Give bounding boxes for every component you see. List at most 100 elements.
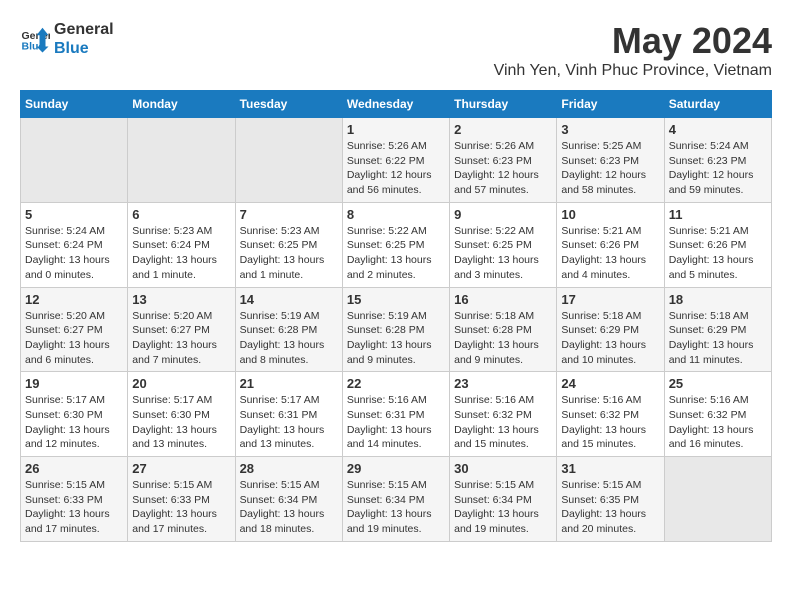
day-of-week-header: Wednesday xyxy=(342,91,449,118)
calendar-week-row: 12 Sunrise: 5:20 AMSunset: 6:27 PMDayligh… xyxy=(21,287,772,372)
day-info: Sunrise: 5:18 AMSunset: 6:29 PMDaylight:… xyxy=(669,309,767,368)
calendar-day-cell: 25 Sunrise: 5:16 AMSunset: 6:32 PMDayligh… xyxy=(664,372,771,457)
day-info: Sunrise: 5:26 AMSunset: 6:23 PMDaylight:… xyxy=(454,139,552,198)
calendar-day-cell: 27 Sunrise: 5:15 AMSunset: 6:33 PMDayligh… xyxy=(128,457,235,542)
day-info: Sunrise: 5:18 AMSunset: 6:29 PMDaylight:… xyxy=(561,309,659,368)
day-info: Sunrise: 5:16 AMSunset: 6:32 PMDaylight:… xyxy=(561,393,659,452)
day-info: Sunrise: 5:15 AMSunset: 6:35 PMDaylight:… xyxy=(561,478,659,537)
day-number: 19 xyxy=(25,376,123,391)
day-info: Sunrise: 5:17 AMSunset: 6:31 PMDaylight:… xyxy=(240,393,338,452)
day-number: 25 xyxy=(669,376,767,391)
day-info: Sunrise: 5:16 AMSunset: 6:31 PMDaylight:… xyxy=(347,393,445,452)
day-info: Sunrise: 5:21 AMSunset: 6:26 PMDaylight:… xyxy=(669,224,767,283)
day-info: Sunrise: 5:26 AMSunset: 6:22 PMDaylight:… xyxy=(347,139,445,198)
day-number: 8 xyxy=(347,207,445,222)
logo-icon: General Blue xyxy=(20,24,50,54)
calendar-day-cell: 12 Sunrise: 5:20 AMSunset: 6:27 PMDayligh… xyxy=(21,287,128,372)
subtitle: Vinh Yen, Vinh Phuc Province, Vietnam xyxy=(494,62,772,80)
day-number: 5 xyxy=(25,207,123,222)
main-title: May 2024 xyxy=(494,20,772,62)
day-number: 29 xyxy=(347,461,445,476)
day-number: 13 xyxy=(132,292,230,307)
day-number: 3 xyxy=(561,122,659,137)
calendar-day-cell: 5 Sunrise: 5:24 AMSunset: 6:24 PMDaylight… xyxy=(21,202,128,287)
calendar-day-cell: 23 Sunrise: 5:16 AMSunset: 6:32 PMDayligh… xyxy=(450,372,557,457)
day-of-week-header: Thursday xyxy=(450,91,557,118)
day-info: Sunrise: 5:15 AMSunset: 6:33 PMDaylight:… xyxy=(132,478,230,537)
day-number: 11 xyxy=(669,207,767,222)
day-number: 9 xyxy=(454,207,552,222)
day-number: 7 xyxy=(240,207,338,222)
day-info: Sunrise: 5:16 AMSunset: 6:32 PMDaylight:… xyxy=(669,393,767,452)
day-number: 16 xyxy=(454,292,552,307)
calendar-day-cell: 26Sunrise: 5:15 AMSunset: 6:33 PMDayligh… xyxy=(21,457,128,542)
day-info: Sunrise: 5:15 AMSunset: 6:34 PMDaylight:… xyxy=(347,478,445,537)
day-info: Sunrise: 5:25 AMSunset: 6:23 PMDaylight:… xyxy=(561,139,659,198)
calendar-week-row: 5 Sunrise: 5:24 AMSunset: 6:24 PMDaylight… xyxy=(21,202,772,287)
day-number: 30 xyxy=(454,461,552,476)
calendar-day-cell: 22 Sunrise: 5:16 AMSunset: 6:31 PMDayligh… xyxy=(342,372,449,457)
day-number: 2 xyxy=(454,122,552,137)
day-number: 17 xyxy=(561,292,659,307)
day-of-week-header: Saturday xyxy=(664,91,771,118)
calendar-day-cell: 2 Sunrise: 5:26 AMSunset: 6:23 PMDaylight… xyxy=(450,118,557,203)
calendar-day-cell: 10 Sunrise: 5:21 AMSunset: 6:26 PMDayligh… xyxy=(557,202,664,287)
day-number: 12 xyxy=(25,292,123,307)
calendar-day-cell: 15 Sunrise: 5:19 AMSunset: 6:28 PMDayligh… xyxy=(342,287,449,372)
calendar-day-cell: 11 Sunrise: 5:21 AMSunset: 6:26 PMDayligh… xyxy=(664,202,771,287)
day-info: Sunrise: 5:16 AMSunset: 6:32 PMDaylight:… xyxy=(454,393,552,452)
day-number: 15 xyxy=(347,292,445,307)
calendar-day-cell: 3 Sunrise: 5:25 AMSunset: 6:23 PMDaylight… xyxy=(557,118,664,203)
calendar-day-cell: 4 Sunrise: 5:24 AMSunset: 6:23 PMDaylight… xyxy=(664,118,771,203)
day-info: Sunrise: 5:21 AMSunset: 6:26 PMDaylight:… xyxy=(561,224,659,283)
day-of-week-header: Monday xyxy=(128,91,235,118)
calendar-day-cell: 18Sunrise: 5:18 AMSunset: 6:29 PMDayligh… xyxy=(664,287,771,372)
day-number: 14 xyxy=(240,292,338,307)
day-info: Sunrise: 5:22 AMSunset: 6:25 PMDaylight:… xyxy=(347,224,445,283)
day-of-week-header: Friday xyxy=(557,91,664,118)
day-number: 23 xyxy=(454,376,552,391)
logo-text-general: General xyxy=(54,20,114,39)
calendar-day-cell: 13 Sunrise: 5:20 AMSunset: 6:27 PMDayligh… xyxy=(128,287,235,372)
day-number: 10 xyxy=(561,207,659,222)
calendar-day-cell: 1 Sunrise: 5:26 AMSunset: 6:22 PMDaylight… xyxy=(342,118,449,203)
day-info: Sunrise: 5:19 AMSunset: 6:28 PMDaylight:… xyxy=(347,309,445,368)
day-info: Sunrise: 5:23 AMSunset: 6:25 PMDaylight:… xyxy=(240,224,338,283)
calendar-day-cell: 8 Sunrise: 5:22 AMSunset: 6:25 PMDaylight… xyxy=(342,202,449,287)
day-info: Sunrise: 5:17 AMSunset: 6:30 PMDaylight:… xyxy=(132,393,230,452)
calendar-day-cell: 14 Sunrise: 5:19 AMSunset: 6:28 PMDayligh… xyxy=(235,287,342,372)
day-info: Sunrise: 5:24 AMSunset: 6:23 PMDaylight:… xyxy=(669,139,767,198)
calendar-day-cell xyxy=(21,118,128,203)
day-info: Sunrise: 5:24 AMSunset: 6:24 PMDaylight:… xyxy=(25,224,123,283)
day-number: 6 xyxy=(132,207,230,222)
day-number: 26 xyxy=(25,461,123,476)
day-info: Sunrise: 5:23 AMSunset: 6:24 PMDaylight:… xyxy=(132,224,230,283)
day-info: Sunrise: 5:18 AMSunset: 6:28 PMDaylight:… xyxy=(454,309,552,368)
day-number: 27 xyxy=(132,461,230,476)
day-info: Sunrise: 5:15 AMSunset: 6:34 PMDaylight:… xyxy=(454,478,552,537)
day-of-week-header: Sunday xyxy=(21,91,128,118)
page-header: General Blue General Blue May 2024 Vinh … xyxy=(20,20,772,80)
calendar-day-cell xyxy=(235,118,342,203)
calendar-day-cell: 29 Sunrise: 5:15 AMSunset: 6:34 PMDayligh… xyxy=(342,457,449,542)
day-number: 28 xyxy=(240,461,338,476)
day-info: Sunrise: 5:17 AMSunset: 6:30 PMDaylight:… xyxy=(25,393,123,452)
logo: General Blue General Blue xyxy=(20,20,114,58)
day-info: Sunrise: 5:22 AMSunset: 6:25 PMDaylight:… xyxy=(454,224,552,283)
day-number: 4 xyxy=(669,122,767,137)
day-info: Sunrise: 5:20 AMSunset: 6:27 PMDaylight:… xyxy=(25,309,123,368)
day-number: 31 xyxy=(561,461,659,476)
calendar-week-row: 1 Sunrise: 5:26 AMSunset: 6:22 PMDaylight… xyxy=(21,118,772,203)
calendar-day-cell: 19 Sunrise: 5:17 AMSunset: 6:30 PMDayligh… xyxy=(21,372,128,457)
calendar-day-cell: 9 Sunrise: 5:22 AMSunset: 6:25 PMDaylight… xyxy=(450,202,557,287)
day-number: 22 xyxy=(347,376,445,391)
calendar-day-cell: 21Sunrise: 5:17 AMSunset: 6:31 PMDayligh… xyxy=(235,372,342,457)
day-info: Sunrise: 5:19 AMSunset: 6:28 PMDaylight:… xyxy=(240,309,338,368)
day-number: 20 xyxy=(132,376,230,391)
day-info: Sunrise: 5:20 AMSunset: 6:27 PMDaylight:… xyxy=(132,309,230,368)
calendar-table: SundayMondayTuesdayWednesdayThursdayFrid… xyxy=(20,90,772,542)
calendar-week-row: 26 Sunrise: 5:15 AMSunset: 6:33 PMDayligh… xyxy=(21,457,772,542)
day-number: 1 xyxy=(347,122,445,137)
calendar-day-cell: 31 Sunrise: 5:15 AMSunset: 6:35 PMDayligh… xyxy=(557,457,664,542)
day-of-week-header: Tuesday xyxy=(235,91,342,118)
